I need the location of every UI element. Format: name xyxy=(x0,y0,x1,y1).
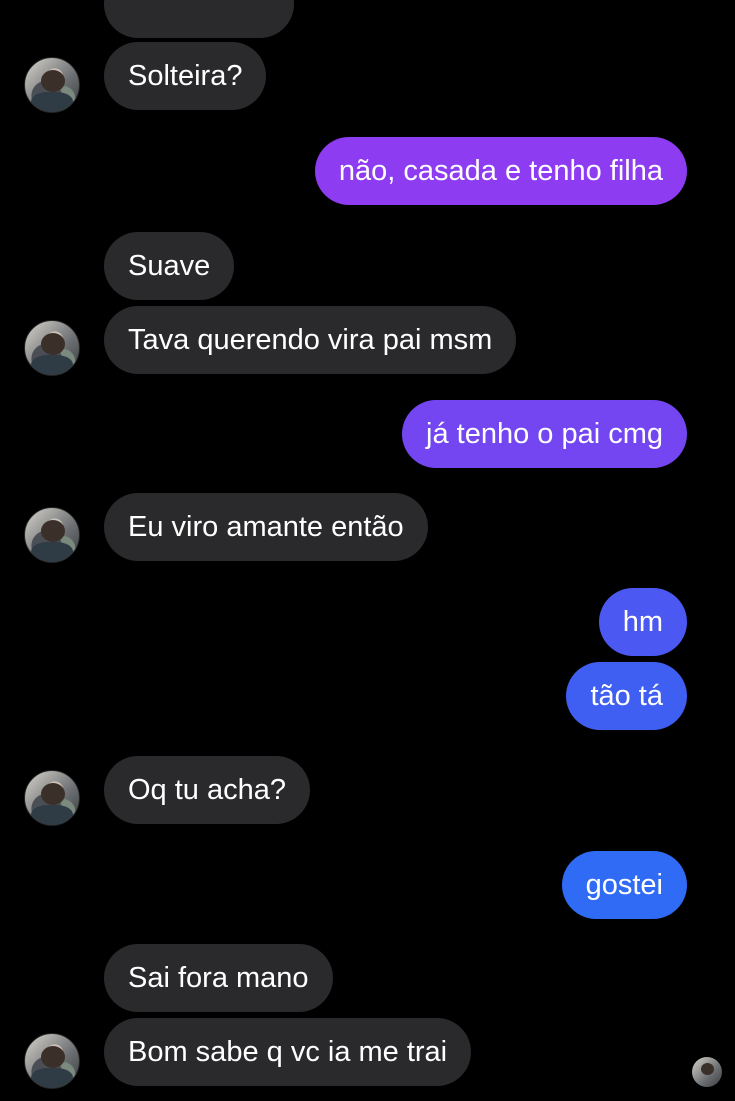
outgoing-message[interactable]: não, casada e tenho filha xyxy=(314,137,687,205)
contact-avatar-icon[interactable] xyxy=(24,320,80,376)
outgoing-message[interactable]: gostei xyxy=(561,851,687,919)
contact-avatar-icon[interactable] xyxy=(24,57,80,113)
incoming-message[interactable]: Oq tu acha? xyxy=(104,756,310,824)
chat-thread: Solteira? não, casada e tenho filha Suav… xyxy=(0,0,735,1101)
outgoing-message[interactable]: já tenho o pai cmg xyxy=(402,400,687,468)
incoming-message[interactable]: Bom sabe q vc ia me trai xyxy=(104,1018,472,1086)
incoming-message[interactable]: Sai fora mano xyxy=(104,944,333,1012)
contact-avatar-icon[interactable] xyxy=(24,1033,80,1089)
contact-avatar-icon[interactable] xyxy=(24,770,80,826)
incoming-message[interactable]: Solteira? xyxy=(104,42,267,110)
incoming-message[interactable]: Tava querendo vira pai msm xyxy=(104,306,517,374)
contact-avatar-icon[interactable] xyxy=(24,507,80,563)
incoming-message[interactable]: Suave xyxy=(104,232,235,300)
partial-message-bubble[interactable] xyxy=(104,0,294,38)
outgoing-message[interactable]: tão tá xyxy=(566,662,687,730)
read-receipt-avatar-icon xyxy=(692,1057,722,1087)
outgoing-message[interactable]: hm xyxy=(598,588,687,656)
incoming-message[interactable]: Eu viro amante então xyxy=(104,493,428,561)
